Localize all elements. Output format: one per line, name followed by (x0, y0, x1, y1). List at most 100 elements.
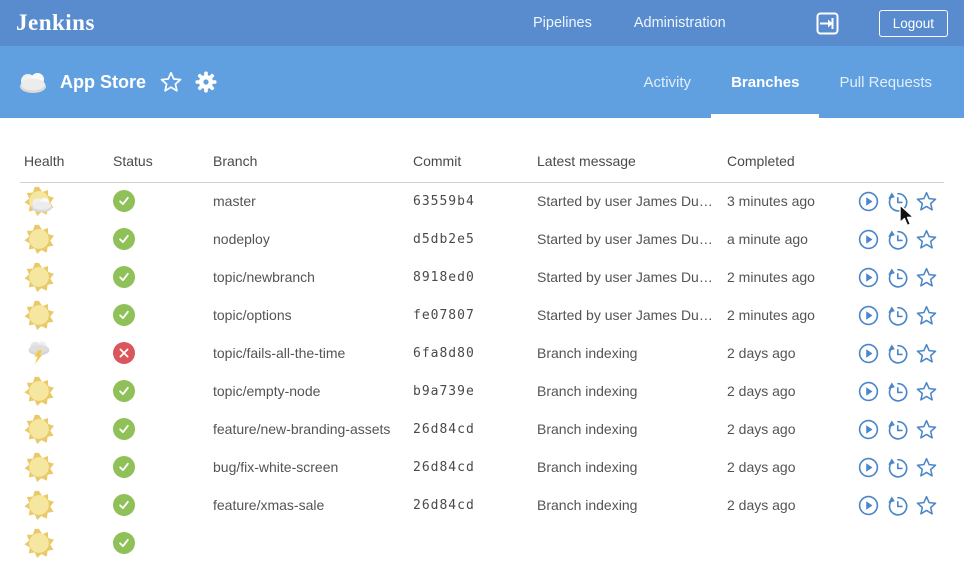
pipeline-header: App Store ActivityBranchesPull Requests (0, 46, 964, 118)
status-cell (109, 372, 209, 410)
actions-cell (854, 334, 944, 372)
completed-cell: 2 days ago (723, 372, 854, 410)
replay-icon[interactable] (887, 191, 908, 212)
top-navigation-bar: Jenkins Pipelines Administration Logout (0, 0, 964, 46)
table-row[interactable]: topic/newbranch8918ed0Started by user Ja… (20, 258, 944, 296)
health-storm-icon (24, 338, 54, 368)
star-icon[interactable] (916, 495, 937, 516)
favorite-star-icon[interactable] (160, 71, 182, 93)
branches-table: HealthStatusBranchCommitLatest messageCo… (20, 118, 944, 562)
health-sunny-icon (24, 376, 54, 406)
completed-cell: 2 minutes ago (723, 258, 854, 296)
health-sunny-icon (24, 224, 54, 254)
play-icon[interactable] (858, 305, 879, 326)
replay-icon[interactable] (887, 419, 908, 440)
health-sunny-icon (24, 262, 54, 292)
status-success-icon (113, 266, 135, 288)
play-icon[interactable] (858, 457, 879, 478)
replay-icon[interactable] (887, 381, 908, 402)
health-sunny-icon (24, 452, 54, 482)
table-row[interactable]: topic/empty-nodeb9a739eBranch indexing2 … (20, 372, 944, 410)
status-success-icon (113, 418, 135, 440)
star-icon[interactable] (916, 267, 937, 288)
message-cell: Started by user James Dum... (533, 296, 723, 334)
replay-icon[interactable] (887, 229, 908, 250)
completed-cell (723, 524, 854, 562)
star-icon[interactable] (916, 229, 937, 250)
replay-icon[interactable] (887, 343, 908, 364)
commit-cell: d5db2e5 (409, 220, 533, 258)
commit-cell: 8918ed0 (409, 258, 533, 296)
status-success-icon (113, 304, 135, 326)
nav-pipelines[interactable]: Pipelines (533, 15, 592, 31)
star-icon[interactable] (916, 343, 937, 364)
branch-cell: feature/new-branding-assets (209, 410, 409, 448)
play-icon[interactable] (858, 495, 879, 516)
star-icon[interactable] (916, 381, 937, 402)
status-cell (109, 258, 209, 296)
star-icon[interactable] (916, 191, 937, 212)
status-success-icon (113, 494, 135, 516)
health-cell (20, 524, 109, 562)
health-cell (20, 334, 109, 372)
health-cell (20, 220, 109, 258)
completed-cell: 2 days ago (723, 334, 854, 372)
cloudy-icon (16, 70, 50, 94)
commit-cell (409, 524, 533, 562)
nav-administration[interactable]: Administration (634, 15, 726, 31)
branch-cell: topic/fails-all-the-time (209, 334, 409, 372)
status-cell (109, 486, 209, 524)
status-success-icon (113, 456, 135, 478)
message-cell: Branch indexing (533, 448, 723, 486)
table-row[interactable]: feature/xmas-sale26d84cdBranch indexing2… (20, 486, 944, 524)
commit-cell: 63559b4 (409, 182, 533, 220)
table-row[interactable]: nodeployd5db2e5Started by user James Dum… (20, 220, 944, 258)
table-row[interactable]: topic/fails-all-the-time6fa8d80Branch in… (20, 334, 944, 372)
status-cell (109, 448, 209, 486)
replay-icon[interactable] (887, 457, 908, 478)
message-cell: Started by user James Dum... (533, 182, 723, 220)
play-icon[interactable] (858, 267, 879, 288)
play-icon[interactable] (858, 191, 879, 212)
status-cell (109, 220, 209, 258)
health-sunny-icon (24, 414, 54, 444)
health-cell (20, 372, 109, 410)
table-row[interactable]: topic/optionsfe07807Started by user Jame… (20, 296, 944, 334)
health-partially-cloudy-icon (24, 186, 54, 216)
column-header-status: Status (109, 118, 209, 182)
branch-cell: bug/fix-white-screen (209, 448, 409, 486)
table-row[interactable]: bug/fix-white-screen26d84cdBranch indexi… (20, 448, 944, 486)
actions-cell (854, 486, 944, 524)
replay-icon[interactable] (887, 495, 908, 516)
star-icon[interactable] (916, 419, 937, 440)
branch-cell: topic/newbranch (209, 258, 409, 296)
tab-activity[interactable]: Activity (624, 46, 712, 118)
commit-cell: b9a739e (409, 372, 533, 410)
play-icon[interactable] (858, 419, 879, 440)
actions-cell (854, 296, 944, 334)
play-icon[interactable] (858, 229, 879, 250)
top-nav-links: Pipelines Administration Logout (533, 10, 948, 37)
replay-icon[interactable] (887, 305, 908, 326)
logout-button[interactable]: Logout (879, 10, 948, 37)
play-icon[interactable] (858, 343, 879, 364)
table-row[interactable] (20, 524, 944, 562)
tab-branches[interactable]: Branches (711, 46, 819, 118)
status-success-icon (113, 190, 135, 212)
settings-gear-icon[interactable] (195, 71, 217, 93)
table-row[interactable]: feature/new-branding-assets26d84cdBranch… (20, 410, 944, 448)
tab-pull-requests[interactable]: Pull Requests (819, 46, 952, 118)
exit-icon[interactable] (816, 12, 839, 35)
message-cell (533, 524, 723, 562)
commit-cell: 6fa8d80 (409, 334, 533, 372)
play-icon[interactable] (858, 381, 879, 402)
branch-cell: nodeploy (209, 220, 409, 258)
column-header-actions (854, 118, 944, 182)
star-icon[interactable] (916, 305, 937, 326)
star-icon[interactable] (916, 457, 937, 478)
completed-cell: 3 minutes ago (723, 182, 854, 220)
jenkins-logo[interactable]: Jenkins (16, 10, 95, 36)
table-row[interactable]: master63559b4Started by user James Dum..… (20, 182, 944, 220)
branch-cell: feature/xmas-sale (209, 486, 409, 524)
replay-icon[interactable] (887, 267, 908, 288)
